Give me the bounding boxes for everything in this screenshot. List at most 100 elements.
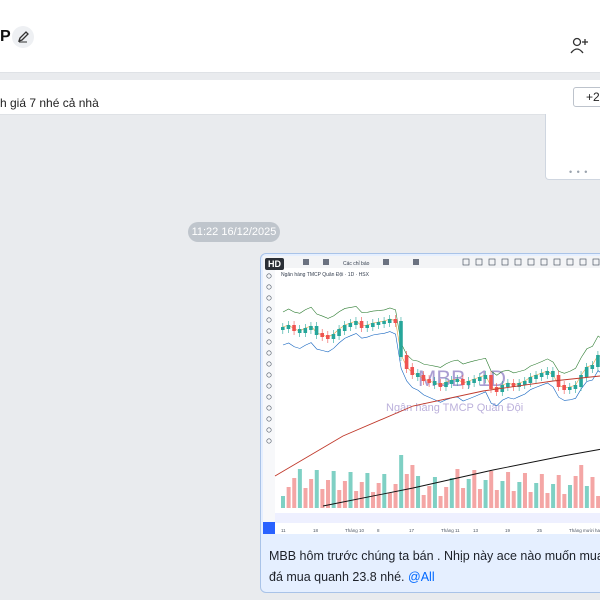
candle: [551, 371, 555, 377]
candle: [444, 382, 448, 387]
volume-bar: [573, 476, 578, 508]
add-person-icon[interactable]: [568, 36, 592, 56]
candle: [348, 323, 353, 327]
candle: [399, 321, 403, 357]
volume-bar: [292, 478, 297, 508]
x-axis-label: Tháng 11: [441, 528, 460, 533]
volume-bar: [432, 477, 437, 508]
volume-bar: [461, 488, 466, 508]
chart-legend: Ngân hàng TMCP Quân Đội · 1D · HSX: [281, 272, 370, 278]
candle: [584, 367, 589, 377]
volume-bar: [331, 471, 336, 508]
candle: [579, 375, 583, 387]
candle: [297, 329, 302, 333]
volume-bar: [337, 490, 342, 508]
candle: [489, 375, 493, 389]
volume-bar: [494, 490, 499, 508]
volume-bar: [399, 455, 404, 508]
message-bubble[interactable]: Các chỉ báo Ngân hàng TMCP Quân Đội · 1D…: [260, 253, 600, 593]
volume-bar: [506, 472, 511, 508]
candle: [528, 377, 533, 383]
pinned-message-bar[interactable]: h giá 7 nhé cả nhà: [0, 80, 600, 115]
volume-bar: [596, 496, 600, 508]
candle: [393, 319, 398, 323]
volume-bar: [579, 465, 584, 508]
volume-bar: [455, 469, 460, 508]
volume-bar: [371, 492, 376, 508]
volume-bar: [545, 493, 550, 508]
candle: [410, 367, 415, 375]
candle: [303, 328, 308, 333]
candle: [461, 379, 465, 385]
candle: [314, 326, 319, 335]
conversation-title[interactable]: P: [0, 28, 11, 46]
candle: [590, 365, 595, 369]
volume-bar: [539, 474, 544, 508]
candle: [292, 325, 296, 331]
candle: [337, 329, 341, 336]
volume-bar: [382, 474, 387, 508]
volume-bar: [534, 483, 539, 508]
more-pinned-button[interactable]: +2: [573, 87, 600, 107]
chart-toolbar: [263, 256, 600, 268]
x-axis-label: Tháng mười hai: [569, 528, 600, 533]
more-options-icon[interactable]: • • •: [569, 167, 588, 177]
x-axis-label: Tháng 10: [345, 528, 365, 533]
indicator-strip: [275, 513, 600, 523]
volume-bar: [410, 465, 415, 508]
left-toolbar: [263, 268, 275, 534]
volume-bar: [309, 479, 314, 508]
x-axis-label: 25: [537, 528, 543, 533]
volume-bar: [449, 478, 454, 508]
candle: [438, 383, 443, 387]
volume-bar: [472, 470, 477, 508]
volume-bar: [281, 496, 285, 508]
candle: [483, 375, 488, 379]
pencil-icon[interactable]: [12, 26, 34, 48]
candle: [359, 321, 364, 328]
x-axis-label: 8: [377, 528, 380, 533]
x-axis-labels: 11 18 Tháng 10 8 17 Tháng 11 13 19 25 Tháng mười …: [281, 528, 600, 533]
candle: [567, 387, 572, 390]
x-axis-label: 17: [409, 528, 415, 533]
candle: [466, 381, 471, 385]
candle: [534, 375, 538, 379]
stock-chart-screenshot: Các chỉ báo Ngân hàng TMCP Quân Đội · 1D…: [263, 256, 600, 534]
volume-bar: [393, 484, 398, 508]
indicators-label: Các chỉ báo: [343, 260, 370, 267]
candle: [371, 323, 375, 327]
volume-bar: [483, 480, 488, 508]
chart-image[interactable]: Các chỉ báo Ngân hàng TMCP Quân Đội · 1D…: [263, 256, 600, 534]
candle: [354, 321, 358, 325]
volume-bar: [387, 493, 392, 508]
volume-bar: [320, 489, 325, 508]
candle: [556, 375, 561, 387]
volume-bar: [348, 472, 353, 508]
candle: [342, 325, 347, 331]
volume-bar: [421, 495, 426, 508]
candle: [432, 381, 437, 385]
x-axis-label: 11: [281, 528, 286, 533]
candle: [326, 335, 330, 339]
candle: [539, 373, 544, 377]
candle: [596, 355, 600, 367]
volume-bar: [326, 480, 331, 508]
volume-bar: [427, 486, 432, 508]
volume-bar: [584, 486, 589, 508]
message-timestamp: 11:22 16/12/2025: [188, 222, 280, 242]
hd-badge: HD: [265, 258, 284, 270]
candle: [477, 377, 482, 381]
volume-bar: [500, 481, 505, 508]
watermark-name: Ngân hàng TMCP Quân Đội: [386, 402, 523, 414]
volume-bar: [477, 489, 482, 508]
volume-bar: [365, 473, 370, 508]
volume-bar: [556, 475, 561, 508]
candle: [376, 322, 381, 325]
volume-bar: [286, 487, 291, 508]
mention-all-link[interactable]: @All: [408, 570, 435, 584]
candle: [472, 379, 476, 383]
volume-bar: [416, 476, 421, 508]
candle: [573, 385, 578, 389]
candle: [449, 380, 454, 384]
volume-bar: [438, 496, 443, 508]
